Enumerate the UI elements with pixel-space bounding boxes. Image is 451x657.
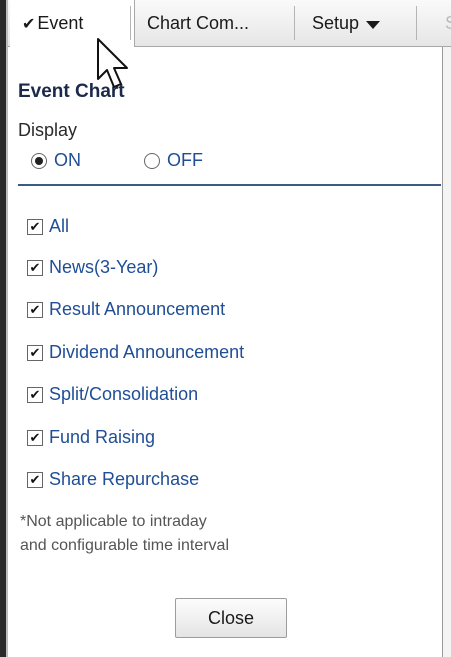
more-menu-button[interactable]: S (445, 2, 451, 44)
toolbar-divider (130, 6, 131, 40)
chart-compare-label: Chart Com... (147, 12, 250, 33)
note-line-2: and configurable time interval (20, 537, 230, 554)
display-label: Display (18, 120, 78, 140)
checkbox-label: Split/Consolidation (49, 384, 199, 404)
setup-menu-button[interactable]: Setup (302, 2, 422, 44)
checkbox-share-repurchase[interactable]: ✔ Share Repurchase (27, 469, 199, 490)
checkbox-result-announcement[interactable]: ✔ Result Announcement (27, 299, 225, 320)
checkbox-checked-icon: ✔ (27, 259, 43, 276)
toolbar: ✔ Event Chart Com... Setup S (8, 0, 451, 47)
checkbox-checked-icon: ✔ (27, 344, 43, 361)
checkbox-checked-icon: ✔ (27, 429, 43, 446)
caret-down-icon (366, 20, 381, 29)
checkbox-checked-icon: ✔ (27, 471, 43, 488)
toolbar-divider (416, 6, 417, 40)
checkbox-fund-raising[interactable]: ✔ Fund Raising (27, 427, 155, 448)
checkbox-news[interactable]: ✔ News(3-Year) (27, 257, 158, 278)
check-icon: ✔ (22, 15, 36, 33)
close-button[interactable]: Close (175, 598, 287, 638)
checkbox-label: All (49, 216, 70, 236)
toolbar-divider (294, 6, 295, 40)
checkbox-checked-icon: ✔ (27, 386, 43, 403)
display-off-label: OFF (167, 150, 203, 170)
more-menu-label: S (445, 13, 451, 34)
checkbox-dividend-announcement[interactable]: ✔ Dividend Announcement (27, 342, 244, 363)
checkbox-label: Share Repurchase (49, 469, 200, 489)
checkbox-label: Result Announcement (49, 299, 226, 319)
checkbox-checked-icon: ✔ (27, 218, 43, 235)
event-menu-label: Event (37, 13, 84, 33)
checkbox-label: News(3-Year) (49, 257, 159, 277)
setup-menu-label: Setup (312, 12, 360, 33)
mouse-pointer-icon (97, 38, 128, 88)
radio-selected-icon (31, 152, 47, 169)
checkbox-label: Dividend Announcement (49, 342, 245, 362)
checkbox-checked-icon: ✔ (27, 301, 43, 318)
checkbox-all[interactable]: ✔ All (27, 216, 69, 237)
checkbox-label: Fund Raising (49, 427, 156, 447)
chart-compare-button[interactable]: Chart Com... (138, 2, 297, 44)
checkbox-split-consolidation[interactable]: ✔ Split/Consolidation (27, 384, 198, 405)
display-on-label: ON (54, 150, 81, 170)
section-divider (18, 184, 441, 186)
radio-unselected-icon (144, 152, 160, 169)
display-on-radio[interactable]: ON (31, 150, 81, 171)
panel-right-strip (443, 47, 451, 657)
note-line-1: *Not applicable to intraday (20, 513, 207, 530)
display-off-radio[interactable]: OFF (144, 150, 203, 171)
